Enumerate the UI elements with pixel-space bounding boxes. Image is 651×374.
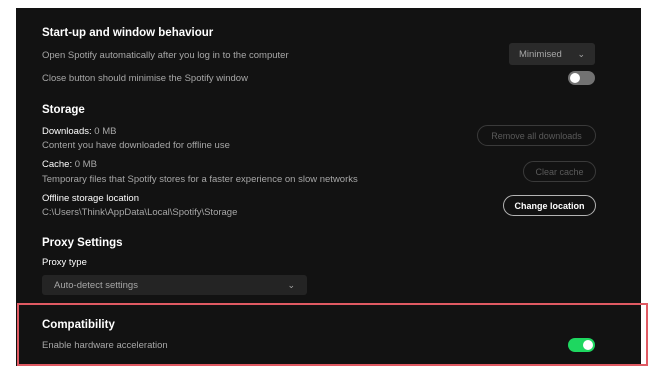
toggle-knob: [570, 73, 580, 83]
change-location-button[interactable]: Change location: [503, 195, 596, 216]
downloads-label: Downloads:: [42, 126, 92, 137]
downloads-description: Content you have downloaded for offline …: [42, 140, 230, 151]
offline-location-path: C:\Users\Think\AppData\Local\Spotify\Sto…: [42, 207, 238, 218]
remove-all-downloads-button[interactable]: Remove all downloads: [477, 125, 596, 146]
chevron-down-icon: ⌄: [577, 48, 585, 59]
close-button-label: Close button should minimise the Spotify…: [42, 73, 248, 84]
startup-section-title: Start-up and window behaviour: [42, 27, 214, 39]
clear-cache-button[interactable]: Clear cache: [523, 161, 596, 182]
offline-location-label: Offline storage location: [42, 193, 139, 204]
proxy-type-value: Auto-detect settings: [54, 279, 138, 291]
cache-description: Temporary files that Spotify stores for …: [42, 174, 358, 185]
cache-row: Cache: 0 MB: [42, 159, 97, 170]
downloads-value: 0 MB: [94, 126, 117, 137]
open-auto-value: Minimised: [519, 48, 562, 60]
highlight-annotation-box: [17, 303, 648, 366]
open-auto-label: Open Spotify automatically after you log…: [42, 50, 289, 61]
cache-label: Cache:: [42, 159, 73, 170]
open-auto-dropdown[interactable]: Minimised ⌄: [509, 43, 595, 65]
cache-value: 0 MB: [74, 159, 97, 170]
close-button-toggle[interactable]: [568, 71, 595, 85]
proxy-type-label: Proxy type: [42, 257, 87, 268]
chevron-down-icon: ⌄: [287, 279, 295, 290]
proxy-type-dropdown[interactable]: Auto-detect settings ⌄: [42, 275, 307, 295]
proxy-section-title: Proxy Settings: [42, 237, 123, 249]
downloads-row: Downloads: 0 MB: [42, 126, 116, 137]
storage-section-title: Storage: [42, 104, 85, 116]
